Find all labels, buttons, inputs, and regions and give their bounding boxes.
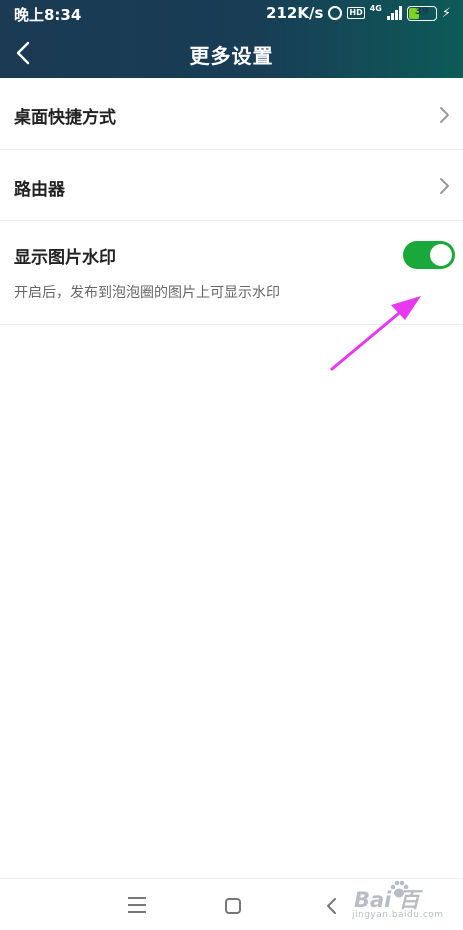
- setting-desktop-shortcut-label: 桌面快捷方式: [14, 108, 116, 128]
- signal-icon: [386, 6, 402, 20]
- hd-icon: HD: [347, 7, 365, 19]
- setting-desktop-shortcut[interactable]: 桌面快捷方式: [0, 78, 463, 150]
- setting-watermark-label: 显示图片水印: [14, 248, 116, 268]
- status-bar: 晚上8:34 212K/s HD 4G 39 ⚡: [0, 0, 463, 28]
- chevron-right-icon: [437, 175, 451, 197]
- alarm-icon: [328, 6, 343, 20]
- setting-router[interactable]: 路由器: [0, 150, 463, 221]
- app-header: 晚上8:34 212K/s HD 4G 39 ⚡ 更多设置: [0, 0, 463, 78]
- watermark-domain: jingyan.baidu.com: [352, 910, 444, 920]
- paw-icon: [390, 880, 409, 898]
- menu-icon[interactable]: [128, 897, 146, 913]
- back-triangle-icon[interactable]: [324, 896, 338, 916]
- home-square-icon[interactable]: [225, 898, 241, 914]
- page-title: 更多设置: [189, 44, 274, 68]
- toggle-knob: [430, 244, 452, 266]
- setting-router-label: 路由器: [14, 180, 65, 200]
- network-type: 4G: [369, 3, 382, 13]
- charging-icon: ⚡: [441, 5, 451, 21]
- chevron-right-icon: [437, 104, 451, 126]
- battery-text: 39: [414, 5, 429, 17]
- watermark-toggle[interactable]: [403, 241, 455, 269]
- setting-image-watermark: 显示图片水印 开启后，发布到泡泡圈的图片上可显示水印: [0, 221, 463, 325]
- battery-icon: 39: [406, 5, 437, 21]
- status-indicators: 212K/s HD 4G 39 ⚡: [266, 3, 451, 23]
- status-time: 晚上8:34: [14, 6, 82, 24]
- setting-watermark-description: 开启后，发布到泡泡圈的图片上可显示水印: [14, 285, 280, 301]
- network-speed: 212K/s: [266, 4, 324, 22]
- baidu-watermark: Bai 百 jingyan.baidu.com: [344, 878, 459, 930]
